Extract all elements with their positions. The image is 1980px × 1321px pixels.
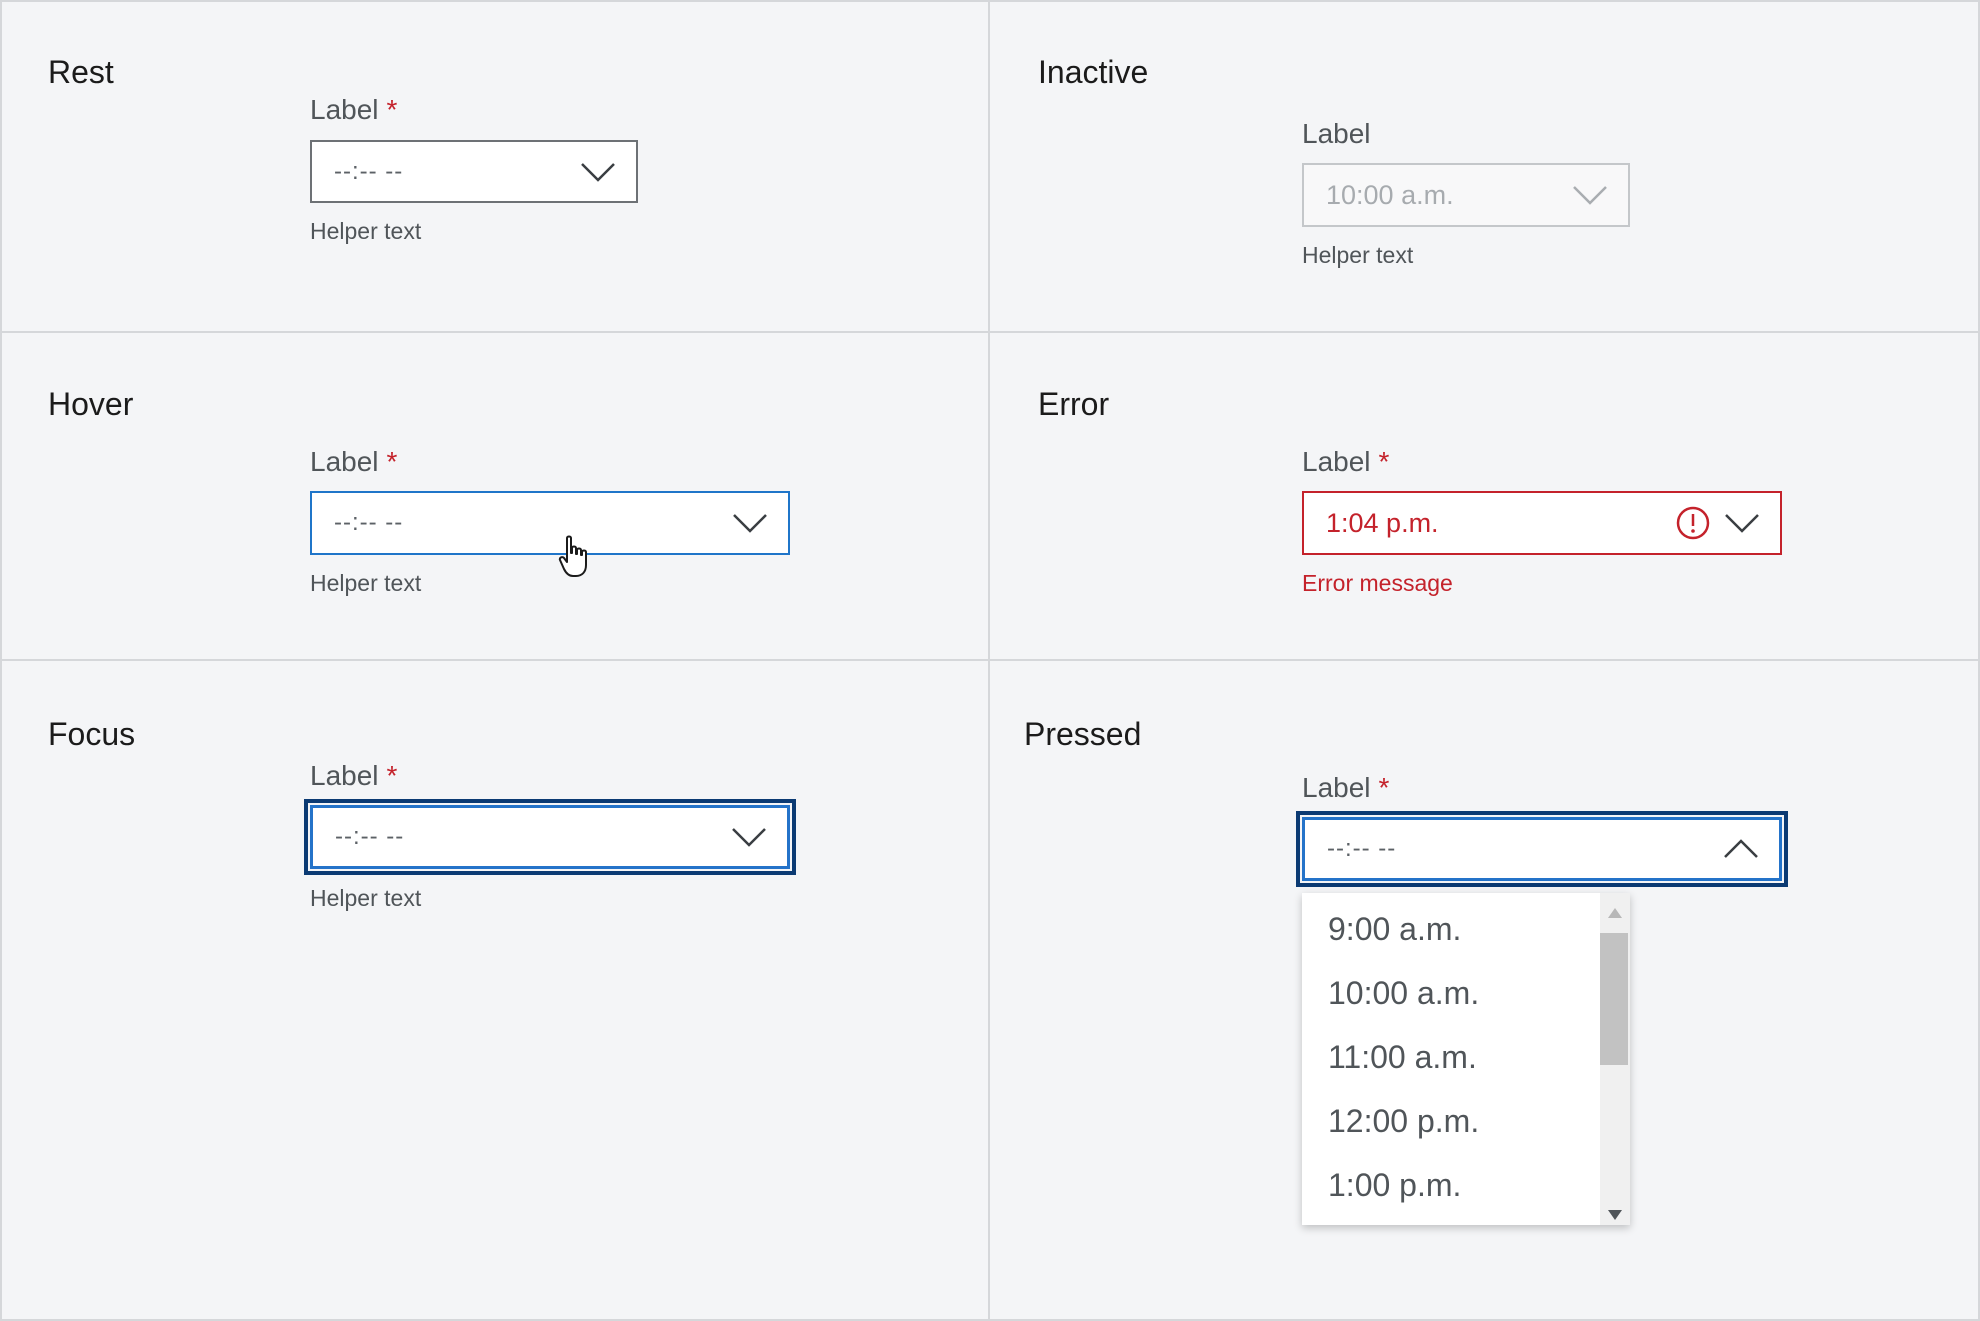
- scroll-down-arrow-icon[interactable]: [1607, 1209, 1623, 1221]
- time-select-focus[interactable]: --:-- --: [304, 799, 796, 875]
- option-item[interactable]: 10:00 a.m.: [1328, 975, 1479, 1012]
- chevron-down-icon: [1725, 514, 1759, 533]
- helper-text-inactive: Helper text: [1302, 242, 1414, 268]
- option-item[interactable]: 12:00 p.m.: [1328, 1103, 1479, 1140]
- required-asterisk: *: [386, 94, 398, 125]
- state-title-inactive: Inactive: [1038, 54, 1149, 90]
- state-title-rest: Rest: [48, 54, 114, 90]
- field-label-pressed: Label *: [1302, 772, 1390, 803]
- required-asterisk: *: [1378, 772, 1390, 803]
- row-divider-1: [0, 331, 1980, 333]
- row-divider-2: [0, 659, 1980, 661]
- alert-circle-icon: [1676, 506, 1710, 540]
- state-title-hover: Hover: [48, 386, 134, 422]
- state-title-error: Error: [1038, 386, 1110, 422]
- required-asterisk: *: [386, 760, 398, 791]
- field-label-inactive: Label: [1302, 118, 1371, 149]
- required-asterisk: *: [386, 446, 398, 477]
- option-item[interactable]: 9:00 a.m.: [1328, 911, 1461, 948]
- state-title-focus: Focus: [48, 716, 136, 752]
- error-message: Error message: [1302, 570, 1453, 596]
- field-label-focus: Label *: [310, 760, 398, 791]
- select-value: --:-- --: [1327, 835, 1397, 862]
- chevron-up-icon: [1724, 839, 1758, 858]
- helper-text-focus: Helper text: [310, 885, 422, 911]
- chevron-down-icon: [733, 514, 767, 533]
- scrollbar-thumb[interactable]: [1600, 933, 1628, 1065]
- time-select-pressed[interactable]: --:-- --: [1296, 811, 1788, 887]
- chevron-down-icon: [1573, 186, 1607, 205]
- select-value: --:-- --: [335, 823, 405, 850]
- option-item[interactable]: 1:00 p.m.: [1328, 1167, 1461, 1204]
- chevron-down-icon: [732, 828, 766, 847]
- required-asterisk: *: [1378, 446, 1390, 477]
- helper-text-hover: Helper text: [310, 570, 422, 596]
- helper-text-rest: Helper text: [310, 218, 422, 244]
- time-select-inactive: 10:00 a.m.: [1302, 163, 1630, 227]
- option-item[interactable]: 11:00 a.m.: [1328, 1039, 1477, 1076]
- time-options-listbox[interactable]: 9:00 a.m. 10:00 a.m. 11:00 a.m. 12:00 p.…: [1302, 893, 1630, 1225]
- field-label-hover: Label *: [310, 446, 398, 477]
- time-select-error[interactable]: 1:04 p.m.: [1302, 491, 1782, 555]
- field-label-rest: Label *: [310, 94, 398, 125]
- field-label-error: Label *: [1302, 446, 1390, 477]
- time-select-rest[interactable]: --:-- --: [310, 140, 638, 203]
- hand-pointer-icon: [558, 535, 587, 577]
- scroll-up-arrow-icon[interactable]: [1607, 907, 1623, 919]
- scrollbar-track[interactable]: [1600, 893, 1630, 1225]
- time-select-hover[interactable]: --:-- --: [310, 491, 790, 555]
- state-title-pressed: Pressed: [1024, 716, 1142, 752]
- select-value: --:-- --: [334, 509, 404, 536]
- chevron-down-icon: [581, 162, 615, 182]
